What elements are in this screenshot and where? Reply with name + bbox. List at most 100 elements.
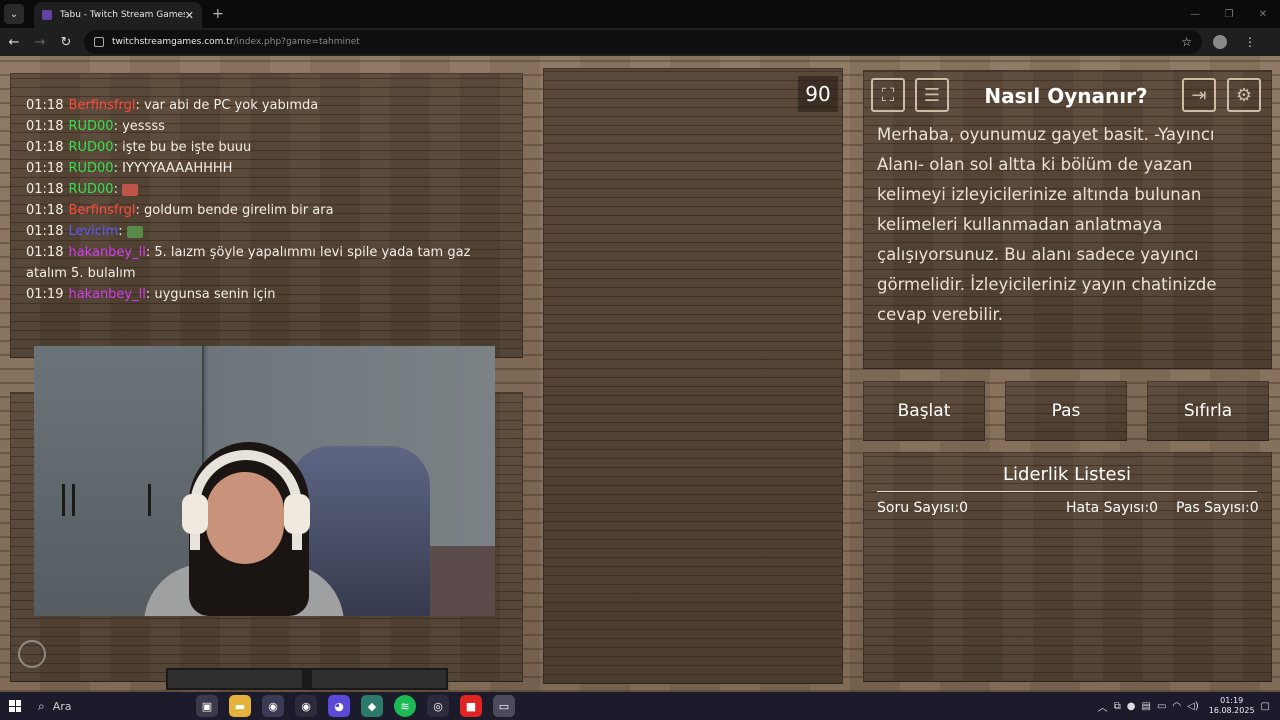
obs-icon[interactable]: ◎ xyxy=(427,695,449,717)
clock-date: 16.08.2025 xyxy=(1208,706,1255,715)
recording-app-icon[interactable]: ■ xyxy=(460,695,482,717)
help-text: Merhaba, oyunumuz gayet basit. -Yayıncı … xyxy=(877,125,1217,324)
browser-tab-bar: ⌄ Tabu - Twitch Stream Games ✕ + — ❐ ✕ xyxy=(0,0,1280,28)
chat-username[interactable]: RUD00 xyxy=(68,140,113,155)
windows-taskbar: ⌕ Ara ▣ ▬ ◉ ◉ ◕ ◆ ≋ ◎ ■ ▭ ︿ ⧉ ● ▤ ▭ ◠ ◁)… xyxy=(0,692,1280,720)
bookmark-star-icon[interactable]: ☆ xyxy=(1181,35,1192,49)
wardrobe-handle xyxy=(62,484,65,516)
task-view-icon[interactable]: ▣ xyxy=(196,695,218,717)
pass-button[interactable]: Pas xyxy=(1005,381,1127,441)
question-count: Soru Sayısı:0 xyxy=(877,500,968,516)
bluetooth-icon[interactable]: ⧉ xyxy=(1114,701,1121,712)
chat-text: : işte bu be işte buuu xyxy=(113,140,252,155)
chat-username[interactable]: Levicim xyxy=(68,224,118,239)
chat-message: 01:18 RUD00: xyxy=(26,179,507,200)
start-button[interactable]: Başlat xyxy=(863,381,985,441)
chevron-up-icon[interactable]: ︿ xyxy=(1098,699,1108,714)
question-count-label: Soru Sayısı: xyxy=(877,500,960,516)
close-window-icon[interactable]: ✕ xyxy=(1246,0,1280,28)
document-icon[interactable]: ☰ xyxy=(915,78,949,112)
chat-username[interactable]: hakanbey_ll xyxy=(68,245,145,260)
word-area xyxy=(543,68,843,684)
chat-username[interactable]: RUD00 xyxy=(68,182,113,197)
chat-message: 01:18 Berfinsfrgl: var abi de PC yok yabı… xyxy=(26,95,507,116)
pass-count: Pas Sayısı:0 xyxy=(1176,500,1259,516)
chat-username[interactable]: Berfinsfrgl xyxy=(68,203,135,218)
start-button[interactable] xyxy=(0,692,30,720)
chrome-profile-icon[interactable]: ◉ xyxy=(295,695,317,717)
windows-logo-icon xyxy=(9,700,21,712)
url-bar[interactable]: twitchstreamgames.com.tr /index.php?game… xyxy=(84,30,1202,54)
camera-watermark-icon xyxy=(18,640,46,668)
profile-button[interactable] xyxy=(1208,30,1232,54)
volume-icon[interactable]: ◁) xyxy=(1187,701,1199,712)
taskbar-search-label: Ara xyxy=(52,699,72,713)
chat-timestamp: 01:18 xyxy=(26,203,64,218)
wifi-icon[interactable]: ◠ xyxy=(1172,701,1181,712)
chat-timestamp: 01:18 xyxy=(26,161,64,176)
chat-timestamp: 01:19 xyxy=(26,287,64,302)
chat-timestamp: 01:18 xyxy=(26,245,64,260)
window-app-icon[interactable]: ▭ xyxy=(493,695,515,717)
url-host: twitchstreamgames.com.tr xyxy=(112,37,234,47)
chat-message: 01:18 Berfinsfrgl: goldum bende girelim b… xyxy=(26,200,507,221)
tab-title: Tabu - Twitch Stream Games xyxy=(60,10,185,20)
site-info-icon[interactable] xyxy=(94,37,104,47)
address-toolbar: ← → ↻ twitchstreamgames.com.tr /index.ph… xyxy=(0,28,1280,56)
error-count-value: 0 xyxy=(1149,500,1159,516)
new-tab-icon[interactable]: + xyxy=(212,6,224,22)
browser-menu-icon[interactable]: ⋮ xyxy=(1238,30,1262,54)
chat-message: 01:19 hakanbey_ll: uygunsa senin için xyxy=(26,284,507,305)
minimize-icon[interactable]: — xyxy=(1178,0,1212,28)
headphone-earcup xyxy=(284,494,310,534)
app-icon[interactable]: ◆ xyxy=(361,695,383,717)
tab-search-button[interactable]: ⌄ xyxy=(4,4,24,24)
chat-username[interactable]: Berfinsfrgl xyxy=(68,98,135,113)
gear-icon[interactable]: ⚙ xyxy=(1227,78,1261,112)
discord-icon[interactable]: ◕ xyxy=(328,695,350,717)
chat-username[interactable]: hakanbey_ll xyxy=(68,287,145,302)
browser-tab[interactable]: Tabu - Twitch Stream Games ✕ xyxy=(34,2,202,28)
headphone-earcup xyxy=(182,494,208,534)
taskbar-clock[interactable]: 01:19 16.08.2025 xyxy=(1209,696,1255,716)
forward-icon[interactable]: → xyxy=(28,30,52,54)
error-count: Hata Sayısı:0 xyxy=(1066,500,1158,516)
microphone-icon[interactable]: ● xyxy=(1127,701,1136,712)
network-icon[interactable]: ▤ xyxy=(1142,701,1151,712)
display-icon[interactable]: ▭ xyxy=(1157,701,1166,712)
pass-count-value: 0 xyxy=(1249,500,1259,516)
spotify-icon[interactable]: ≋ xyxy=(394,695,416,717)
chat-username[interactable]: RUD00 xyxy=(68,119,113,134)
countdown-timer: 90 xyxy=(798,76,838,112)
chat-emote-icon xyxy=(126,225,143,238)
search-icon: ⌕ xyxy=(38,698,45,713)
chat-panel: 01:18 Berfinsfrgl: var abi de PC yok yabı… xyxy=(10,73,523,358)
chat-text: : yessss xyxy=(113,119,165,134)
fullscreen-icon[interactable]: ⛶ xyxy=(871,78,905,112)
chat-text: : xyxy=(113,182,123,197)
close-tab-icon[interactable]: ✕ xyxy=(185,9,194,22)
chrome-icon[interactable]: ◉ xyxy=(262,695,284,717)
restore-icon[interactable]: ❐ xyxy=(1212,0,1246,28)
taskbar-apps: ▣ ▬ ◉ ◉ ◕ ◆ ≋ ◎ ■ ▭ xyxy=(196,695,515,717)
back-icon[interactable]: ← xyxy=(2,30,26,54)
chat-text: : IYYYYAAAAHHHH xyxy=(113,161,233,176)
url-path: /index.php?game=tahminet xyxy=(233,37,360,47)
chat-text: : uygunsa senin için xyxy=(145,287,276,302)
window-preview-strip xyxy=(166,668,448,690)
notifications-icon[interactable]: ▢ xyxy=(1261,701,1270,712)
file-explorer-icon[interactable]: ▬ xyxy=(229,695,251,717)
exit-icon[interactable]: ⇥ xyxy=(1182,78,1216,112)
chat-username[interactable]: RUD00 xyxy=(68,161,113,176)
chat-text: : xyxy=(118,224,127,239)
reload-icon[interactable]: ↻ xyxy=(54,30,78,54)
chat-text: : goldum bende girelim bir ara xyxy=(135,203,334,218)
twitch-favicon-icon xyxy=(42,10,52,20)
streamer xyxy=(134,442,354,616)
chat-timestamp: 01:18 xyxy=(26,140,64,155)
reset-button[interactable]: Sıfırla xyxy=(1147,381,1269,441)
taskbar-search[interactable]: ⌕ Ara xyxy=(30,692,160,720)
error-count-label: Hata Sayısı: xyxy=(1066,500,1150,516)
chat-message: 01:18 RUD00: yessss xyxy=(26,116,507,137)
clock-time: 01:19 xyxy=(1220,696,1244,705)
